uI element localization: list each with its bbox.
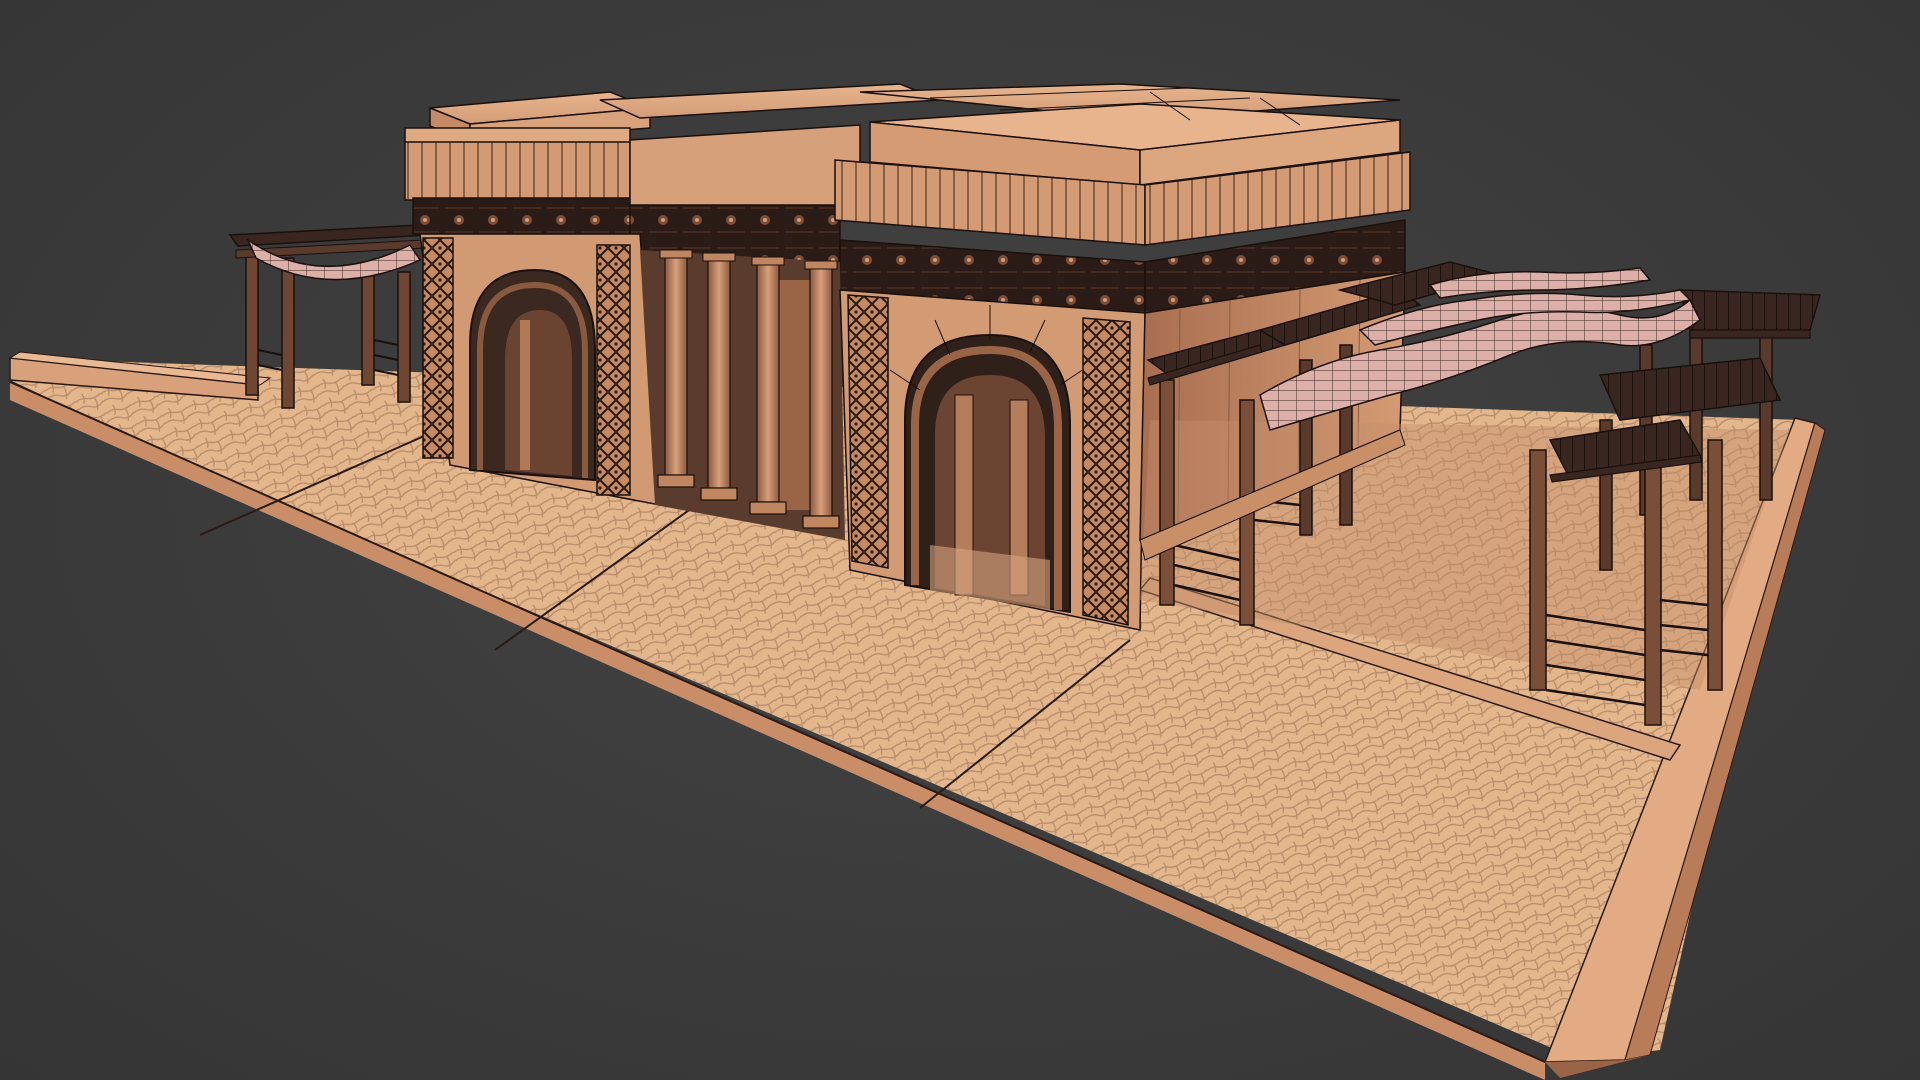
pavilion-model-render — [8, 83, 1826, 1080]
3d-viewport[interactable] — [0, 0, 1920, 1080]
